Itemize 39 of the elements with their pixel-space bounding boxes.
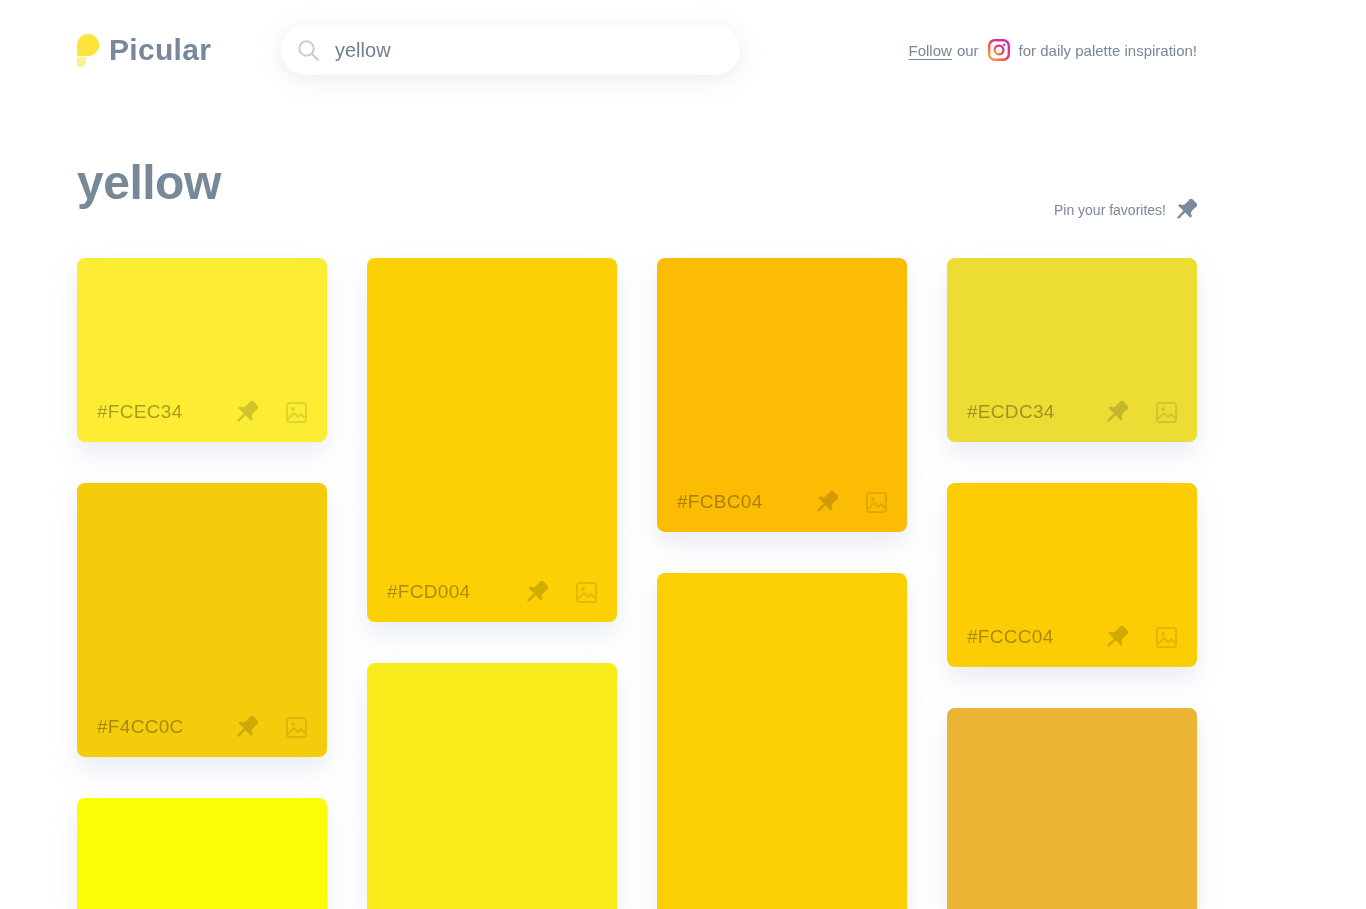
search-field[interactable]: yellow <box>281 25 740 75</box>
pin-icon[interactable] <box>1105 400 1128 424</box>
color-card[interactable]: #FCD004 <box>367 258 617 622</box>
image-icon[interactable] <box>286 716 307 738</box>
color-card[interactable] <box>77 798 327 909</box>
hex-code: #ECDC34 <box>967 401 1055 423</box>
image-icon[interactable] <box>1156 401 1177 423</box>
color-card[interactable]: #FCBC04 <box>657 258 907 532</box>
image-icon[interactable] <box>1156 626 1177 648</box>
color-card[interactable] <box>657 573 907 909</box>
hex-code: #FCD004 <box>387 581 471 603</box>
image-icon[interactable] <box>866 491 887 513</box>
pin-icon[interactable] <box>235 400 258 424</box>
logo-text[interactable]: Picular <box>109 33 212 67</box>
color-card[interactable]: #FCEC34 <box>77 258 327 442</box>
image-icon[interactable] <box>286 401 307 423</box>
pin-icon[interactable] <box>1175 199 1197 221</box>
color-card[interactable]: #FCCC04 <box>947 483 1197 667</box>
logo-icon[interactable] <box>77 33 99 67</box>
search-icon <box>298 39 319 61</box>
follow-link[interactable]: Follow <box>908 41 952 59</box>
promo-text: our <box>956 41 979 59</box>
hex-code: #F4CC0C <box>97 716 184 738</box>
pin-icon[interactable] <box>815 490 838 514</box>
hex-code: #FCCC04 <box>967 626 1054 648</box>
promo-text: for daily palette inspiration! <box>1018 41 1197 59</box>
pin-icon[interactable] <box>235 715 258 739</box>
hex-code: #FCEC34 <box>97 401 183 423</box>
pin-icon[interactable] <box>1105 625 1128 649</box>
hex-code: #FCBC04 <box>677 491 763 513</box>
color-card[interactable]: #ECDC34 <box>947 258 1197 442</box>
pin-hint: Pin your favorites! <box>1053 202 1166 218</box>
color-card[interactable] <box>367 663 617 909</box>
instagram-icon[interactable] <box>987 39 1010 61</box>
image-icon[interactable] <box>576 581 597 603</box>
color-card[interactable]: #F4CC0C <box>77 483 327 757</box>
color-card[interactable] <box>947 708 1197 909</box>
results-title: yellow <box>77 155 221 211</box>
pin-icon[interactable] <box>525 580 548 604</box>
